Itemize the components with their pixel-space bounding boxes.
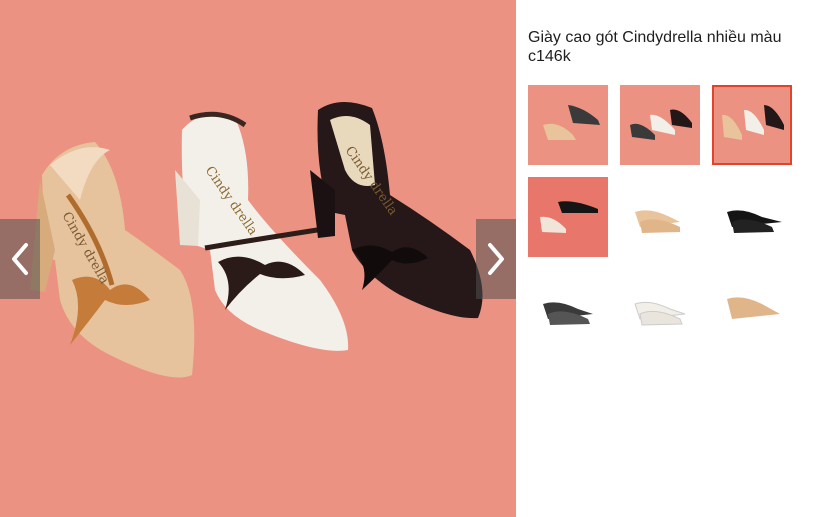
thumbnail-2[interactable] xyxy=(620,85,700,165)
product-info-panel: Giày cao gót Cindydrella nhiều màu c146k xyxy=(516,0,815,517)
previous-image-button[interactable] xyxy=(0,219,40,299)
next-image-button[interactable] xyxy=(476,219,516,299)
product-image-gallery: Cindy drella Cindy drella Cindy drella xyxy=(0,0,516,517)
chevron-right-icon xyxy=(488,243,504,275)
thumbnail-8[interactable] xyxy=(620,269,700,349)
product-title: Giày cao gót Cindydrella nhiều màu c146k xyxy=(528,29,782,65)
thumbnail-4[interactable] xyxy=(528,177,608,257)
main-product-image: Cindy drella Cindy drella Cindy drella xyxy=(0,0,516,517)
thumbnail-5[interactable] xyxy=(620,177,700,257)
thumbnail-9[interactable] xyxy=(712,269,792,349)
thumbnail-3[interactable] xyxy=(712,85,792,165)
chevron-left-icon xyxy=(12,243,28,275)
thumbnail-1[interactable] xyxy=(528,85,608,165)
thumbnail-7[interactable] xyxy=(528,269,608,349)
thumbnail-6[interactable] xyxy=(712,177,792,257)
